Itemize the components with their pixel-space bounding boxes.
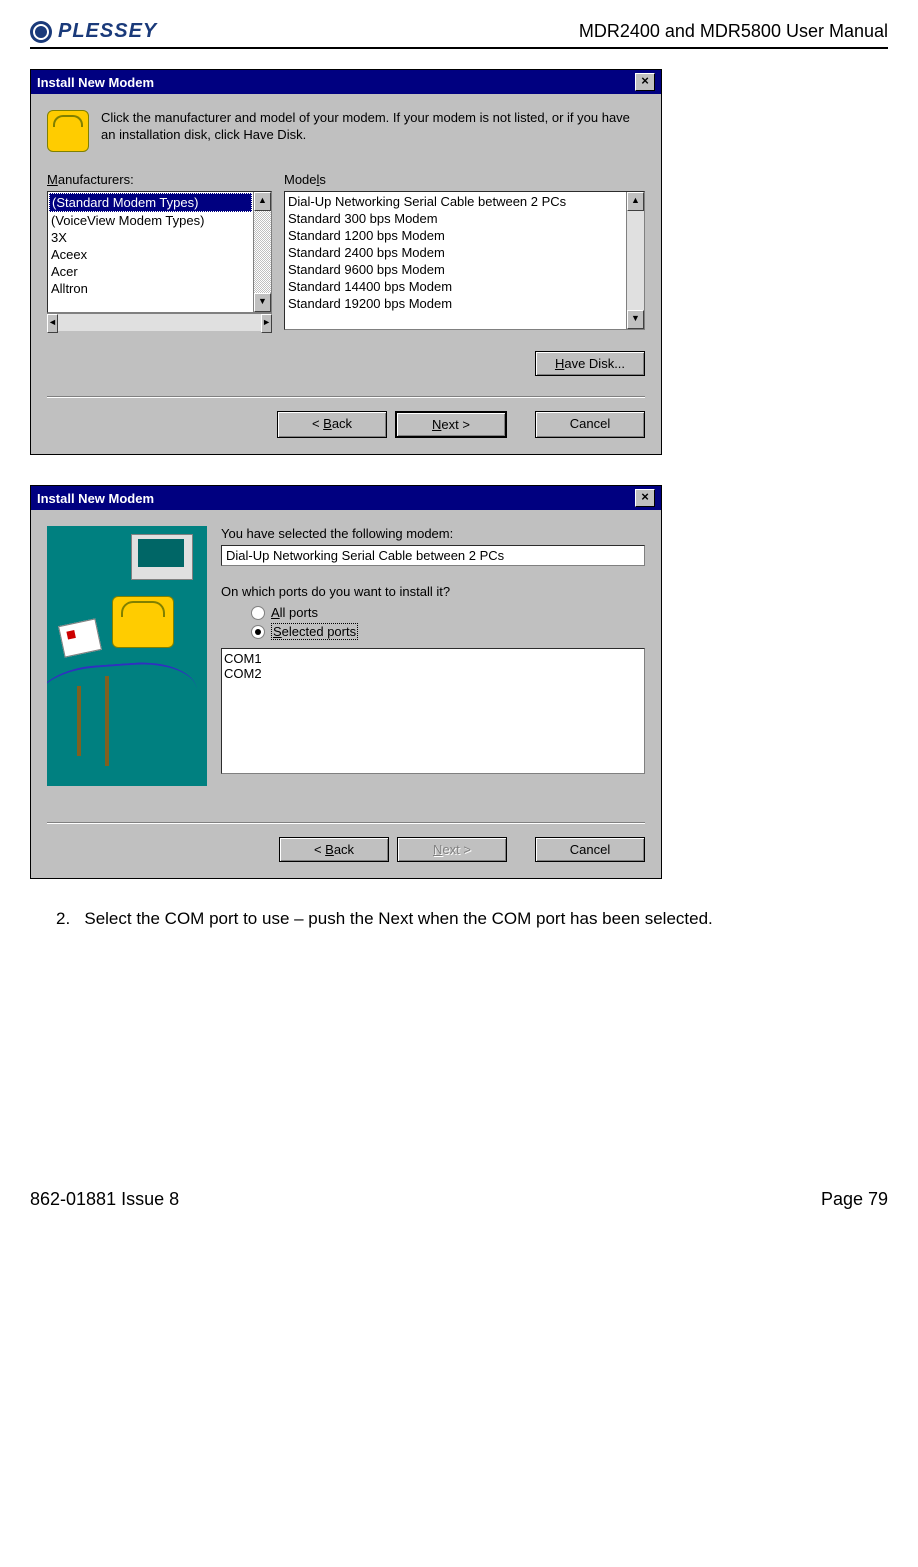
list-item[interactable]: COM1 (224, 651, 642, 666)
list-item[interactable]: Aceex (49, 246, 252, 263)
scroll-up-icon[interactable]: ▲ (627, 192, 644, 211)
wizard-artwork (47, 526, 207, 786)
list-item[interactable]: Acer (49, 263, 252, 280)
ports-question: On which ports do you want to install it… (221, 584, 645, 599)
scroll-down-icon[interactable]: ▼ (254, 293, 271, 312)
list-item[interactable]: Standard 300 bps Modem (286, 210, 625, 227)
list-item[interactable]: Alltron (49, 280, 252, 297)
cancel-button[interactable]: Cancel (535, 837, 645, 862)
page-footer: 862-01881 Issue 8 Page 79 (30, 1189, 888, 1210)
scroll-left-icon[interactable]: ◄ (47, 314, 58, 333)
radio-icon (251, 625, 265, 639)
list-item[interactable]: 3X (49, 229, 252, 246)
next-button: Next > (397, 837, 507, 862)
list-item[interactable]: COM2 (224, 666, 642, 681)
list-item[interactable]: Standard 2400 bps Modem (286, 244, 625, 261)
have-disk-button[interactable]: Have Disk... (535, 351, 645, 376)
list-item[interactable]: Standard 1200 bps Modem (286, 227, 625, 244)
titlebar: Install New Modem × (31, 486, 661, 510)
close-button[interactable]: × (635, 489, 655, 507)
logo-icon (30, 21, 52, 43)
selected-ports-radio[interactable]: Selected ports (251, 623, 645, 640)
install-modem-dialog-2: Install New Modem × You have selected th… (30, 485, 662, 879)
selected-modem-value: Dial-Up Networking Serial Cable between … (221, 545, 645, 566)
back-button[interactable]: < Back (279, 837, 389, 862)
titlebar: Install New Modem × (31, 70, 661, 94)
dialog-title: Install New Modem (37, 491, 154, 506)
phone-icon (47, 110, 89, 152)
step-number: 2. (56, 909, 70, 928)
cancel-button[interactable]: Cancel (535, 411, 645, 438)
models-listbox[interactable]: Dial-Up Networking Serial Cable between … (284, 191, 645, 330)
dialog-title: Install New Modem (37, 75, 154, 90)
scroll-up-icon[interactable]: ▲ (254, 192, 271, 211)
instruction-text: Click the manufacturer and model of your… (101, 110, 645, 152)
list-item[interactable]: (Standard Modem Types) (49, 193, 252, 212)
list-item[interactable]: (VoiceView Modem Types) (49, 212, 252, 229)
selected-modem-label: You have selected the following modem: (221, 526, 645, 541)
list-item[interactable]: Dial-Up Networking Serial Cable between … (286, 193, 625, 210)
models-label: Models (284, 172, 645, 187)
scroll-down-icon[interactable]: ▼ (627, 310, 644, 329)
next-button[interactable]: Next > (395, 411, 507, 438)
list-item[interactable]: Standard 9600 bps Modem (286, 261, 625, 278)
document-title: MDR2400 and MDR5800 User Manual (579, 21, 888, 42)
close-button[interactable]: × (635, 73, 655, 91)
all-ports-radio[interactable]: All ports (251, 605, 645, 620)
vertical-scrollbar[interactable]: ▲ ▼ (626, 192, 644, 329)
logo-text: PLESSEY (58, 20, 157, 43)
radio-label: Selected ports (271, 623, 358, 640)
vertical-scrollbar[interactable]: ▲ ▼ (253, 192, 271, 312)
scroll-right-icon[interactable]: ► (261, 314, 272, 333)
install-modem-dialog-1: Install New Modem × Click the manufactur… (30, 69, 662, 455)
step-text: Select the COM port to use – push the Ne… (84, 909, 712, 928)
list-item[interactable]: Standard 19200 bps Modem (286, 295, 625, 312)
list-item[interactable]: Standard 14400 bps Modem (286, 278, 625, 295)
radio-icon (251, 606, 265, 620)
radio-label: All ports (271, 605, 318, 620)
back-button[interactable]: < Back (277, 411, 387, 438)
plessey-logo: PLESSEY (30, 20, 157, 43)
ports-listbox[interactable]: COM1 COM2 (221, 648, 645, 774)
footer-right: Page 79 (821, 1189, 888, 1210)
manufacturers-label: Manufacturers: (47, 172, 272, 187)
page-header: PLESSEY MDR2400 and MDR5800 User Manual (30, 20, 888, 49)
footer-left: 862-01881 Issue 8 (30, 1189, 179, 1210)
manufacturers-listbox[interactable]: (Standard Modem Types) (VoiceView Modem … (47, 191, 272, 313)
instruction-step: 2. Select the COM port to use – push the… (56, 909, 888, 929)
horizontal-scrollbar[interactable]: ◄ ► (47, 313, 272, 331)
